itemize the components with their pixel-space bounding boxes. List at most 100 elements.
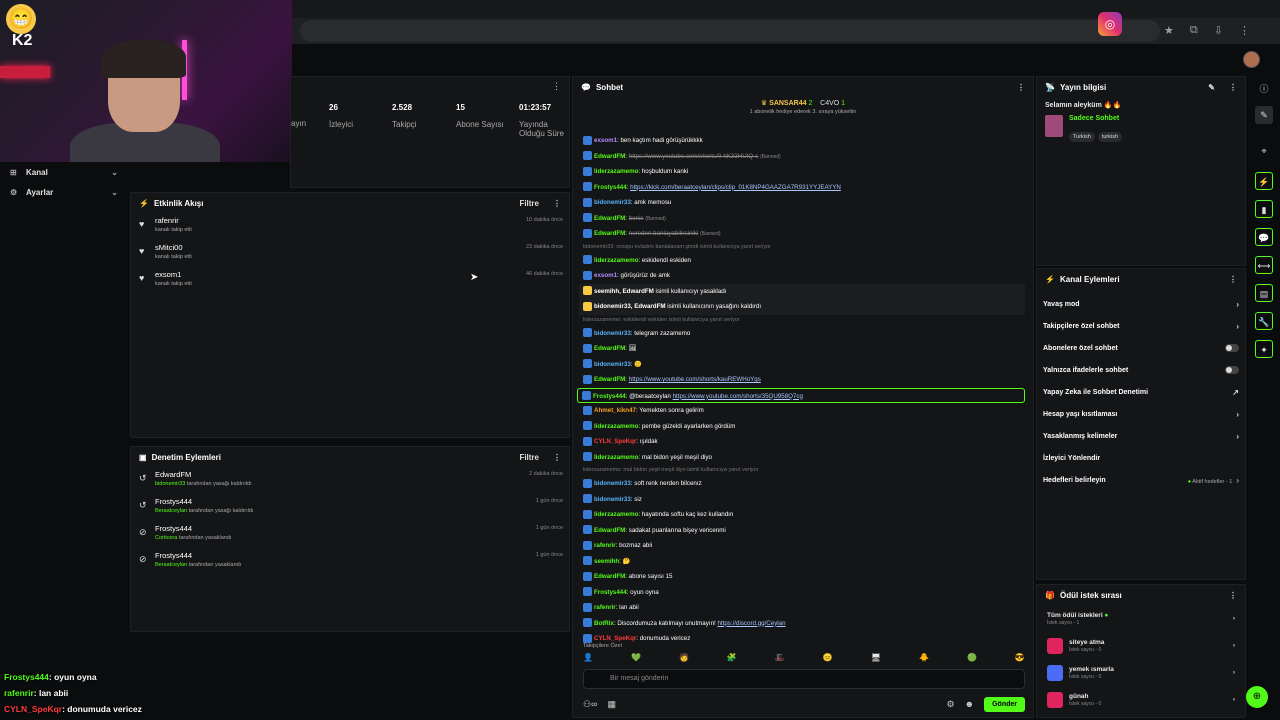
chat-message[interactable]: EdwardFM: nereden banlayabilirsiniki (Ba…	[583, 226, 1025, 242]
channel-action-item[interactable]: Takipçilere özel sohbet ›	[1037, 315, 1245, 337]
chat-message[interactable]: EdwardFM: https://www.youtube.com/shorts…	[583, 372, 1025, 388]
chat-message[interactable]: Frostys444: @beraatceylan https://www.yo…	[577, 387, 1025, 403]
chat-message[interactable]: EdwardFM: abone sayısı 15	[583, 569, 1025, 585]
crosshair-icon[interactable]: ⌖	[1255, 142, 1273, 160]
activity-item[interactable]: ♥ sMitci00 kanalı takip etti 23 dakika önce	[131, 240, 569, 267]
channel-action-item[interactable]: Abonelere özel sohbet	[1037, 337, 1245, 359]
chat-username[interactable]: liderzazamemo	[594, 511, 638, 518]
more-icon[interactable]: ⋮	[553, 199, 561, 208]
tag[interactable]: turkish	[1097, 132, 1123, 142]
chat-username[interactable]: rafenrir	[594, 604, 616, 611]
chat-message[interactable]: Frostys444: oyun oyna	[583, 585, 1025, 601]
emoji-icon[interactable]: ☻	[965, 699, 974, 709]
more-icon[interactable]: ⋮	[552, 81, 561, 92]
moderation-user[interactable]: EdwardFM	[155, 467, 569, 479]
chat-message[interactable]: liderzazamemo: mal bidon yeşil meşil diy…	[583, 450, 1025, 466]
channel-action-item[interactable]: Yasaklanmış kelimeler ›	[1037, 425, 1245, 447]
activity-item[interactable]: ♥ exsom1 kanalı takip etti 46 dakika önce	[131, 267, 569, 294]
channel-action-item[interactable]: Hesap yaşı kısıtlaması ›	[1037, 403, 1245, 425]
chat-link[interactable]: https://www.youtube.com/shorts/0-hK33HUI…	[629, 153, 759, 160]
chat-username[interactable]: BotRix	[594, 620, 614, 627]
chat-message[interactable]: bidonemir33, EdwardFM isimli kullanıcını…	[579, 299, 1025, 315]
reward-item[interactable]: siteye atma İstek sayısı - 0 ›	[1037, 632, 1245, 659]
star-icon[interactable]: ★	[1164, 24, 1174, 37]
chat-message[interactable]: rafenrir: bozmaz abii	[583, 538, 1025, 554]
activity-user[interactable]: exsom1	[155, 267, 569, 279]
chat-username[interactable]: liderzazamemo	[594, 168, 638, 175]
activity-user[interactable]: sMitci00	[155, 240, 569, 252]
emote[interactable]: 😎	[1015, 653, 1025, 662]
chat-message[interactable]: seemihh: 🤔	[583, 554, 1025, 570]
more-icon[interactable]: ⋮	[1229, 275, 1237, 284]
toggle-switch[interactable]	[1225, 366, 1239, 374]
chat-link[interactable]: https://discord.gg/Ceylan	[717, 620, 785, 627]
chat-link[interactable]: https://www.youtube.com/shorts/35QU958Q7…	[673, 393, 803, 400]
chat-message[interactable]: liderzazamemo: eskidendi eskiden	[583, 253, 1025, 269]
chat-username[interactable]: exsom1	[594, 137, 617, 144]
send-button[interactable]: Gönder	[984, 696, 1025, 712]
chat-username[interactable]: rafenrir	[594, 542, 616, 549]
emote[interactable]: 😐	[823, 653, 833, 662]
chat-username[interactable]: EdwardFM	[594, 573, 625, 580]
channel-action-item[interactable]: Yalnızca ifadelerle sohbet	[1037, 359, 1245, 381]
moderator-name[interactable]: Beraatceylan	[155, 508, 187, 514]
chat-username[interactable]: liderzazamemo	[594, 257, 638, 264]
chat-message[interactable]: bidonemir33: soft renk nerden bilcenız	[583, 476, 1025, 492]
chat-message[interactable]: exsom1: görüşürüz de amk	[583, 268, 1025, 284]
chat-username[interactable]: Ahmet_kikn47	[594, 407, 636, 414]
add-widget-button[interactable]: ⊕	[1246, 686, 1268, 708]
chat-username[interactable]: Frostys444	[593, 393, 626, 400]
more-icon[interactable]: ⋮	[1229, 591, 1237, 600]
chat-message[interactable]: bidonemir33: 🙂	[583, 357, 1025, 373]
chat-link[interactable]: https://kick.com/beraatceylan/clips/clip…	[630, 184, 841, 191]
chat-icon[interactable]: 💬	[1255, 228, 1273, 246]
toggle-switch[interactable]	[1225, 344, 1239, 352]
chat-username[interactable]: CYLN_SpeKqr	[594, 635, 636, 642]
emote[interactable]: 🧩	[727, 653, 737, 662]
chat-username[interactable]: liderzazamemo	[594, 423, 638, 430]
chat-input[interactable]: Bir mesaj gönderin	[583, 669, 1025, 689]
chat-message[interactable]: EdwardFM: benis (Banned)	[583, 211, 1025, 227]
chat-username[interactable]: Frostys444	[594, 589, 627, 596]
signal-icon[interactable]: ⟷	[1255, 256, 1273, 274]
chat-username[interactable]: bidonemir33	[594, 361, 631, 368]
user-avatar[interactable]	[1243, 51, 1260, 68]
chat-username[interactable]: bidonemir33	[594, 496, 631, 503]
chat-message[interactable]: rafenrir: lan abii	[583, 600, 1025, 616]
chat-message[interactable]: EdwardFM: 🖼	[583, 341, 1025, 357]
download-icon[interactable]: ⇩	[1214, 24, 1223, 37]
chat-username[interactable]: EdwardFM	[594, 215, 625, 222]
chat-message[interactable]: bidonemir33: siz	[583, 492, 1025, 508]
chat-message[interactable]: liderzazamemo: hoşbuldum kanki	[583, 164, 1025, 180]
moderator-name[interactable]: Beraatceylan	[155, 562, 187, 568]
address-bar[interactable]	[300, 20, 1160, 42]
more-icon[interactable]: ⋮	[1017, 83, 1025, 92]
chat-link[interactable]: https://www.youtube.com/shorts/kauREWHoY…	[629, 376, 761, 383]
channel-action-item[interactable]: Hedefleri belirleyin ● Aktif hedefler - 1…	[1037, 469, 1245, 491]
tag[interactable]: Turkish	[1069, 132, 1095, 142]
chat-username[interactable]: seemihh	[594, 558, 619, 565]
chat-message[interactable]: seemihh, EdwardFM isimli kullanıcıyı yas…	[579, 283, 1025, 299]
chat-username[interactable]: liderzazamemo	[594, 454, 638, 461]
gear-icon[interactable]: ⚙	[947, 699, 955, 710]
chat-username[interactable]: EdwardFM	[594, 153, 625, 160]
nav-settings[interactable]: ⚙ Ayarlar ⌄	[0, 182, 128, 202]
chat-username[interactable]: bidonemir33	[594, 480, 631, 487]
edit-icon[interactable]: ✎	[1255, 106, 1273, 124]
chat-username[interactable]: bidonemir33, EdwardFM	[594, 303, 666, 310]
reward-item[interactable]: yemek ısmarla İstek sayısı - 0 ›	[1037, 659, 1245, 686]
chat-message[interactable]: liderzazamemo: hayatında softu kaç kez k…	[583, 507, 1025, 523]
more-icon[interactable]: ⋮	[1229, 83, 1237, 92]
emote[interactable]: 👤	[583, 653, 593, 662]
chat-username[interactable]: bidonemir33	[594, 199, 631, 206]
category-thumbnail[interactable]	[1045, 115, 1063, 137]
emote[interactable]: 🟢	[967, 653, 977, 662]
chat-message[interactable]: BotRix: Discordumuza katılmayı unutmayın…	[583, 616, 1025, 632]
channel-action-item[interactable]: Yavaş mod ›	[1037, 293, 1245, 315]
moderator-name[interactable]: bidonemir33	[155, 481, 185, 487]
chat-message[interactable]: Ahmet_kikn47: Yemekten sonra gelirim	[583, 403, 1025, 419]
moderation-user[interactable]: Frostys444	[155, 521, 569, 533]
chat-message[interactable]: CYLN_SpeKqr: ışıldak	[583, 434, 1025, 450]
channel-action-item[interactable]: Yapay Zeka ile Sohbet Denetimi ↗	[1037, 381, 1245, 403]
chat-username[interactable]: seemihh, EdwardFM	[594, 288, 654, 295]
